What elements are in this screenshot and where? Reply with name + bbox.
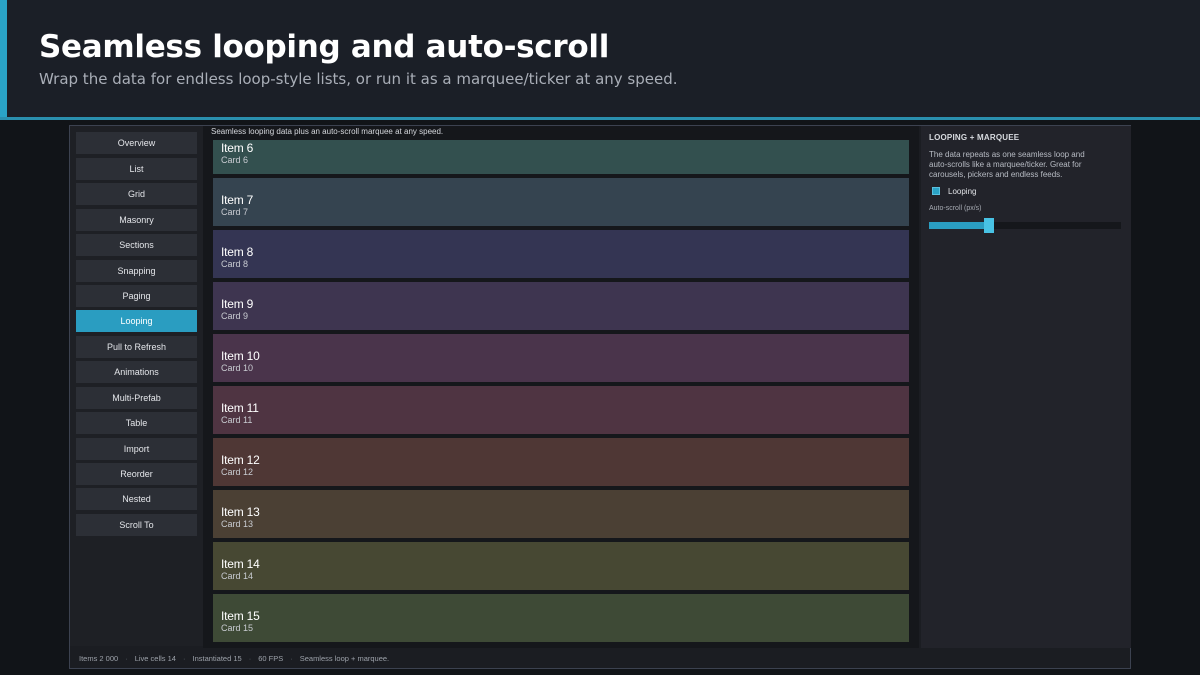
list-card[interactable]: Item 8 Card 8 xyxy=(213,230,909,278)
status-instantiated: Instantiated 15 xyxy=(192,653,242,663)
card-title: Item 8 xyxy=(221,245,254,259)
status-separator: · xyxy=(182,653,186,663)
slide-header: Seamless looping and auto-scroll Wrap th… xyxy=(0,0,1200,117)
card-title: Item 13 xyxy=(221,505,260,519)
sidebar-item-nested[interactable]: Nested xyxy=(76,488,197,510)
slide-subtitle: Wrap the data for endless loop-style lis… xyxy=(39,70,678,88)
card-subtitle: Card 10 xyxy=(221,363,254,373)
card-subtitle: Card 14 xyxy=(221,571,254,581)
status-mode: Seamless loop + marquee. xyxy=(299,653,390,663)
sidebar-item-import[interactable]: Import xyxy=(76,438,197,460)
card-subtitle: Card 15 xyxy=(221,623,254,633)
sidebar-item-grid[interactable]: Grid xyxy=(76,183,197,205)
sidebar-item-reorder[interactable]: Reorder xyxy=(76,463,197,485)
card-subtitle: Card 12 xyxy=(221,467,254,477)
looping-label: Looping xyxy=(948,186,977,196)
list-card[interactable]: Item 14 Card 14 xyxy=(213,542,909,590)
sidebar-item-scroll-to[interactable]: Scroll To xyxy=(76,514,197,536)
status-items-count: Items 2 000 xyxy=(79,653,119,663)
card-title: Item 7 xyxy=(221,193,254,207)
card-subtitle: Card 6 xyxy=(221,155,249,165)
sidebar-item-overview[interactable]: Overview xyxy=(76,132,197,154)
sidebar-item-sections[interactable]: Sections xyxy=(76,234,197,256)
sidebar-item-animations[interactable]: Animations xyxy=(76,361,197,383)
list-panel: Seamless looping data plus an auto-scrol… xyxy=(203,126,919,648)
auto-scroll-slider[interactable] xyxy=(929,218,1121,233)
list-caption: Seamless looping data plus an auto-scrol… xyxy=(211,127,444,136)
sidebar-item-table[interactable]: Table xyxy=(76,412,197,434)
card-title: Item 15 xyxy=(221,609,260,623)
card-subtitle: Card 7 xyxy=(221,207,249,217)
sidebar-item-list[interactable]: List xyxy=(76,158,197,180)
header-divider xyxy=(0,117,1200,120)
looping-list-viewport[interactable]: Item 6 Card 6 Item 7 Card 7 Item 8 Card … xyxy=(212,140,910,642)
sidebar-item-paging[interactable]: Paging xyxy=(76,285,197,307)
panel-title: LOOPING + MARQUEE xyxy=(929,133,1020,142)
slider-fill xyxy=(929,222,989,229)
card-title: Item 9 xyxy=(221,297,254,311)
header-accent-bar xyxy=(0,0,7,117)
card-title: Item 12 xyxy=(221,453,260,467)
card-title: Item 11 xyxy=(221,401,259,415)
card-subtitle: Card 11 xyxy=(221,415,253,425)
card-title: Item 14 xyxy=(221,557,260,571)
app-window: Overview List Grid Masonry Sections Snap… xyxy=(69,125,1131,669)
list-card[interactable]: Item 9 Card 9 xyxy=(213,282,909,330)
status-separator: · xyxy=(125,653,128,663)
sidebar-item-masonry[interactable]: Masonry xyxy=(76,209,197,231)
list-card[interactable]: Item 10 Card 10 xyxy=(213,334,909,382)
sidebar-item-pull-to-refresh[interactable]: Pull to Refresh xyxy=(76,336,197,358)
card-subtitle: Card 9 xyxy=(221,311,249,321)
card-subtitle: Card 13 xyxy=(221,519,254,529)
sidebar-nav: Overview List Grid Masonry Sections Snap… xyxy=(70,126,203,646)
list-card[interactable]: Item 6 Card 6 xyxy=(213,140,909,174)
status-separator: · xyxy=(248,653,252,663)
sidebar-item-looping[interactable]: Looping xyxy=(76,310,197,332)
status-live-cells: Live cells 14 xyxy=(134,653,176,663)
sidebar-item-multi-prefab[interactable]: Multi-Prefab xyxy=(76,387,197,409)
list-card[interactable]: Item 12 Card 12 xyxy=(213,438,909,486)
status-separator: · xyxy=(290,653,293,663)
card-title: Item 6 xyxy=(221,141,254,155)
status-fps: 60 FPS xyxy=(258,653,284,663)
list-card[interactable]: Item 7 Card 7 xyxy=(213,178,909,226)
auto-scroll-label: Auto-scroll (px/s) xyxy=(929,205,982,212)
looping-toggle[interactable]: Looping xyxy=(932,186,976,196)
list-card[interactable]: Item 15 Card 15 xyxy=(213,594,909,642)
card-title: Item 10 xyxy=(221,349,260,363)
sidebar-item-snapping[interactable]: Snapping xyxy=(76,260,197,282)
list-card[interactable]: Item 11 Card 11 xyxy=(213,386,909,434)
panel-description: The data repeats as one seamless loop an… xyxy=(929,150,1085,179)
settings-panel: LOOPING + MARQUEE The data repeats as on… xyxy=(921,126,1131,648)
slide-title: Seamless looping and auto-scroll xyxy=(39,29,610,65)
looping-checkbox[interactable] xyxy=(932,187,940,195)
slider-handle[interactable] xyxy=(983,218,994,233)
card-subtitle: Card 8 xyxy=(221,259,249,269)
status-bar: Items 2 000 · Live cells 14 · Instantiat… xyxy=(70,648,1130,668)
list-card[interactable]: Item 13 Card 13 xyxy=(213,490,909,538)
